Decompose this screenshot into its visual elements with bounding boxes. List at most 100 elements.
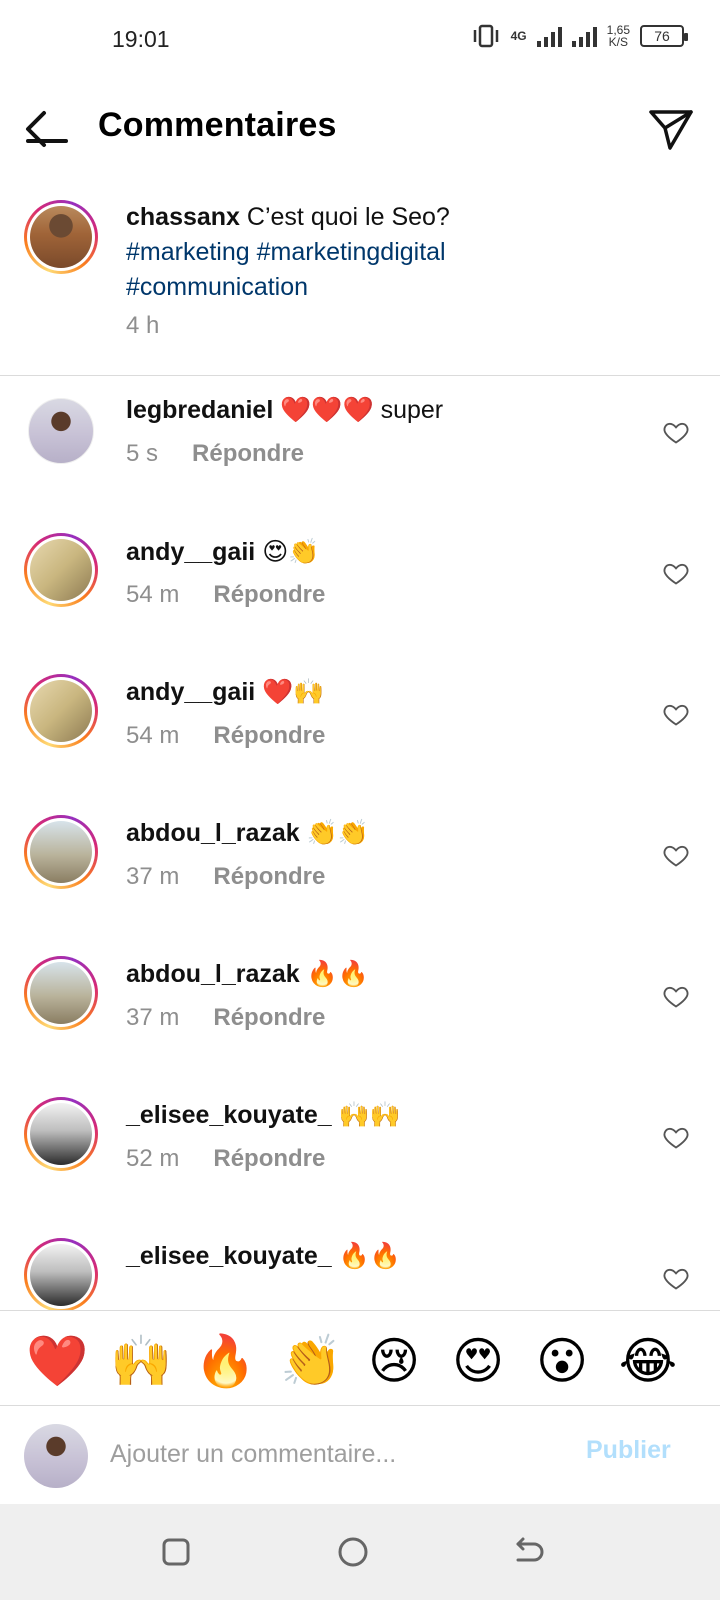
avatar[interactable] [24,533,98,607]
comment-timestamp: 5 s [126,440,159,467]
comment-emoji: 🔥🔥 [306,960,369,988]
status-bar: 19:01 4G 1,65 K/S 76 [0,0,720,80]
comment-input[interactable] [110,1432,550,1476]
comment-timestamp: 37 m [126,1004,180,1031]
heart-icon[interactable] [662,418,690,446]
reply-button[interactable]: Répondre [192,440,304,468]
reply-button[interactable]: Répondre [213,1145,325,1173]
fire-emoji-button[interactable]: 🔥 [194,1331,256,1391]
reply-button[interactable]: Répondre [213,722,325,750]
comment-username[interactable]: abdou_l_razak [126,960,300,988]
comment-emoji: 👏👏 [306,819,369,847]
status-time: 19:01 [112,26,170,52]
crying-emoji-button[interactable]: 😢 [364,1331,424,1391]
heart-icon[interactable] [662,559,690,587]
comment-username[interactable]: abdou_l_razak [126,819,300,847]
comment-list[interactable]: legbredaniel ❤️❤️❤️ super 5 s Répondre a… [0,378,720,1310]
vibrate-icon [473,24,498,48]
tears-of-joy-emoji-button[interactable]: 😂 [618,1331,678,1391]
heart-icon[interactable] [662,841,690,869]
heart-icon[interactable] [662,700,690,728]
heart-icon[interactable] [662,982,690,1010]
caption-username[interactable]: chassanx [126,203,240,231]
paper-plane-icon[interactable] [646,104,696,154]
comment-meta: 54 m Répondre [126,722,325,750]
comment-username[interactable]: legbredaniel [126,396,273,424]
comment-meta: 5 s Répondre [126,440,304,468]
comment-meta: 54 m Répondre [126,581,325,609]
comment-item: andy__gaii 😍👏 54 m Répondre [0,519,720,639]
comment-meta: 37 m Répondre [126,863,325,891]
system-nav-bar [0,1504,720,1600]
heart-icon[interactable] [662,1123,690,1151]
publish-button[interactable]: Publier [586,1436,671,1465]
comment-item: legbredaniel ❤️❤️❤️ super 5 s Répondre [0,378,720,498]
reply-button[interactable]: Répondre [213,1004,325,1032]
caption-timestamp: 4 h [126,312,160,339]
comment-username[interactable]: _elisee_kouyate_ [126,1242,332,1270]
comment-text: andy__gaii 😍👏 [126,537,319,567]
avatar[interactable] [28,398,94,464]
avatar[interactable] [24,200,98,274]
comment-body: super [380,396,444,424]
comment-meta: 52 m Répondre [126,1145,325,1173]
signal-icon [536,25,562,47]
avatar[interactable] [24,815,98,889]
heart-eyes-emoji-button[interactable]: 😍 [448,1331,508,1391]
comment-composer: Publier [0,1406,720,1504]
comment-item: _elisee_kouyate_ 🙌🙌 52 m Répondre [0,1083,720,1203]
reply-button[interactable]: Répondre [213,581,325,609]
network-type: 4G [510,29,527,43]
network-speed-unit: K/S [608,35,628,49]
signal-icon-2 [571,25,597,47]
comment-item: andy__gaii ❤️🙌 54 m Répondre [0,660,720,780]
arrow-left-icon[interactable] [22,104,72,154]
avatar[interactable] [24,1238,98,1310]
comment-text: legbredaniel ❤️❤️❤️ super [126,396,443,425]
comment-timestamp: 37 m [126,863,180,890]
battery-icon: 76 [640,25,688,47]
comment-meta: 37 m Répondre [126,1004,325,1032]
network-speed: 1,65 K/S [607,24,630,48]
hashtag-link[interactable]: #marketingdigital [257,238,446,266]
caption-text: chassanx C’est quoi le Seo? #marketing #… [126,200,686,305]
caption-body: C’est quoi le Seo? [246,203,450,231]
avatar[interactable] [24,1097,98,1171]
comment-emoji: ❤️🙌 [262,678,325,706]
comment-item: abdou_l_razak 🔥🔥 37 m Répondre [0,942,720,1062]
raising-hands-emoji-button[interactable]: 🙌 [110,1331,172,1391]
clapping-emoji-button[interactable]: 👏 [280,1331,342,1391]
comment-username[interactable]: andy__gaii [126,538,255,566]
avatar[interactable] [24,956,98,1030]
avatar [24,1424,88,1488]
comment-emoji: 🙌🙌 [338,1101,401,1129]
comment-timestamp: 54 m [126,581,180,608]
comment-timestamp: 54 m [126,722,180,749]
status-icons: 4G 1,65 K/S 76 [471,24,688,48]
comment-emoji: 🔥🔥 [338,1242,401,1270]
comment-text: abdou_l_razak 🔥🔥 [126,960,369,989]
comment-item: abdou_l_razak 👏👏 37 m Répondre [0,801,720,921]
home-icon[interactable] [333,1532,373,1572]
comment-text: abdou_l_razak 👏👏 [126,819,369,848]
comment-text: andy__gaii ❤️🙌 [126,678,324,707]
avatar[interactable] [24,674,98,748]
back-nav-icon[interactable] [508,1532,548,1572]
comment-text: _elisee_kouyate_ 🔥🔥 [126,1242,401,1271]
surprised-emoji-button[interactable]: 😮 [532,1331,592,1391]
post-caption: chassanx C’est quoi le Seo? #marketing #… [0,196,720,376]
hashtag-link[interactable]: #marketing [126,238,250,266]
header: Commentaires [0,88,720,168]
hashtag-link[interactable]: #communication [126,273,308,301]
reply-button[interactable]: Répondre [213,863,325,891]
comment-text: _elisee_kouyate_ 🙌🙌 [126,1101,401,1130]
comment-emoji: 😍👏 [262,538,320,566]
heart-icon[interactable] [662,1264,690,1292]
comment-username[interactable]: andy__gaii [126,678,255,706]
recents-icon[interactable] [156,1532,196,1572]
heart-emoji-button[interactable]: ❤️ [26,1331,88,1391]
comment-emoji: ❤️❤️❤️ [280,396,374,424]
comment-username[interactable]: _elisee_kouyate_ [126,1101,332,1129]
comment-timestamp: 52 m [126,1145,180,1172]
comment-item: _elisee_kouyate_ 🔥🔥 [0,1224,720,1310]
